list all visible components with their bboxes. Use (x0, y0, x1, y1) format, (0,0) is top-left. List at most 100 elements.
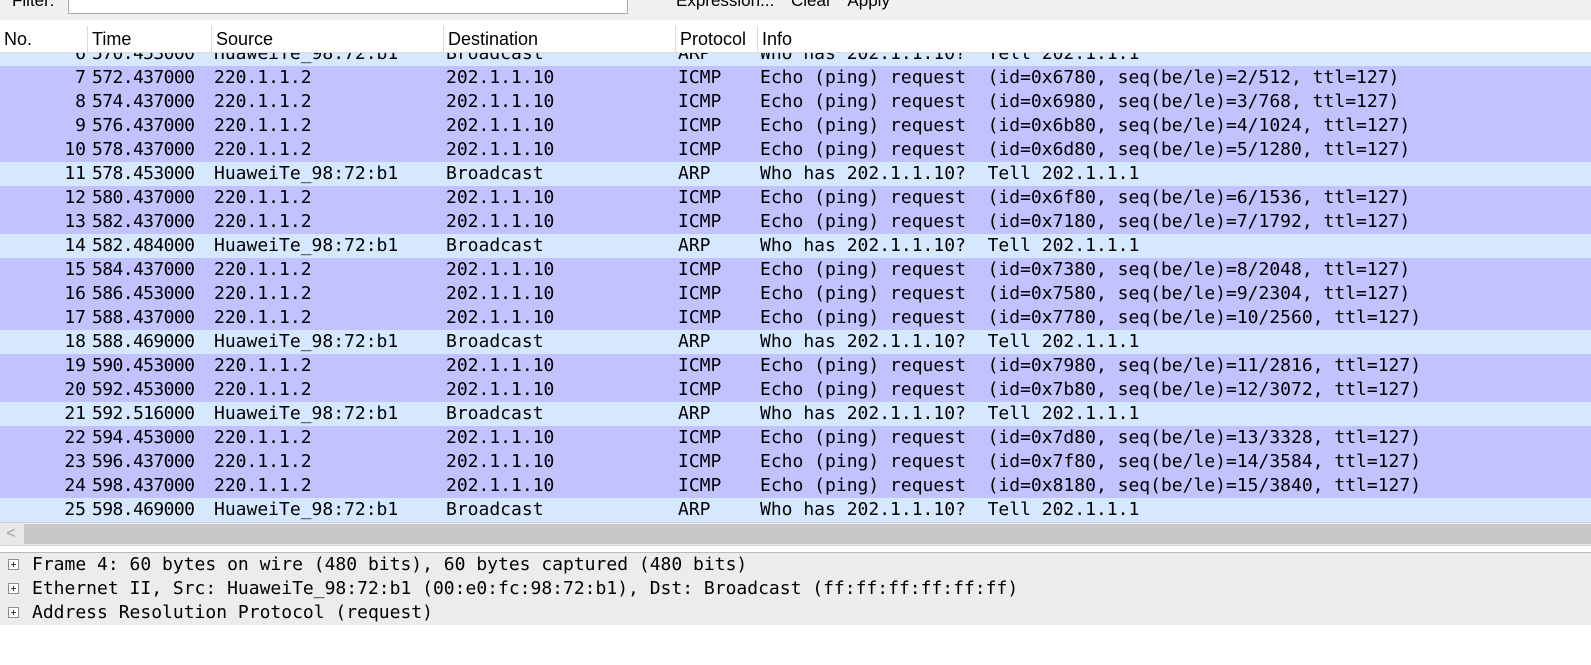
packet-info: Echo (ping) request (id=0x6980, seq(be/l… (760, 91, 1400, 112)
packet-protocol: ICMP (678, 115, 722, 136)
packet-row[interactable]: 23 596.437000 220.1.1.2 202.1.1.10 ICMP Echo … (0, 450, 1591, 474)
packet-info: Echo (ping) request (id=0x7580, seq(be/l… (760, 283, 1411, 304)
packet-row[interactable]: 10 578.437000 220.1.1.2 202.1.1.10 ICMP Echo … (0, 138, 1591, 162)
packet-row[interactable]: 22 594.453000 220.1.1.2 202.1.1.10 ICMP Echo … (0, 426, 1591, 450)
packet-time: 578.437000 (92, 139, 195, 160)
packet-time: 582.484000 (92, 235, 195, 256)
packet-source: HuaweiTe_98:72:b1 (214, 163, 399, 184)
column-header-no[interactable]: No. (0, 26, 88, 52)
packet-time: 598.437000 (92, 475, 195, 496)
packet-time: 596.437000 (92, 451, 195, 472)
packet-protocol: ICMP (678, 139, 722, 160)
packet-no: 18 (64, 331, 86, 352)
clear-button[interactable]: Clear (791, 0, 832, 10)
packet-row[interactable]: 11 578.453000 HuaweiTe_98:72:b1 Broadcast AR… (0, 162, 1591, 186)
detail-row[interactable]: Address Resolution Protocol (request) (0, 601, 1591, 625)
packet-destination: Broadcast (446, 163, 544, 184)
packet-protocol: ICMP (678, 427, 722, 448)
apply-button[interactable]: Apply (847, 0, 890, 10)
packet-row[interactable]: 20 592.453000 220.1.1.2 202.1.1.10 ICMP Echo … (0, 378, 1591, 402)
filter-label: Filter: (12, 0, 55, 10)
packet-info: Echo (ping) request (id=0x7b80, seq(be/l… (760, 379, 1422, 400)
packet-no: 20 (64, 379, 86, 400)
packet-info: Echo (ping) request (id=0x6780, seq(be/l… (760, 67, 1400, 88)
packet-no: 13 (64, 211, 86, 232)
column-header-info[interactable]: Info (758, 26, 1591, 52)
filter-actions: Expression... Clear Apply (676, 0, 902, 11)
horizontal-scrollbar[interactable]: < (0, 522, 1591, 546)
packet-info: Echo (ping) request (id=0x7980, seq(be/l… (760, 355, 1422, 376)
column-header-source[interactable]: Source (212, 26, 444, 52)
packet-row[interactable]: 16 586.453000 220.1.1.2 202.1.1.10 ICMP Echo … (0, 282, 1591, 306)
packet-no: 23 (64, 451, 86, 472)
detail-row[interactable]: Frame 4: 60 bytes on wire (480 bits), 60… (0, 553, 1591, 577)
scrollbar-thumb[interactable] (24, 524, 1591, 544)
plus-box-icon[interactable] (8, 559, 19, 570)
packet-source: 220.1.1.2 (214, 115, 312, 136)
plus-box-icon[interactable] (8, 607, 19, 618)
packet-row[interactable]: 25 598.469000 HuaweiTe_98:72:b1 Broadcast AR… (0, 498, 1591, 522)
packet-destination: 202.1.1.10 (446, 379, 555, 400)
packet-row[interactable]: 8 574.437000 220.1.1.2 202.1.1.10 ICMP Echo (… (0, 90, 1591, 114)
packet-protocol: ICMP (678, 355, 722, 376)
packet-destination: 202.1.1.10 (446, 187, 555, 208)
packet-destination: 202.1.1.10 (446, 451, 555, 472)
packet-destination: 202.1.1.10 (446, 355, 555, 376)
packet-time: 578.453000 (92, 163, 195, 184)
packet-info: Echo (ping) request (id=0x7180, seq(be/l… (760, 211, 1411, 232)
packet-row[interactable]: 12 580.437000 220.1.1.2 202.1.1.10 ICMP Echo … (0, 186, 1591, 210)
expression-button[interactable]: Expression... (676, 0, 774, 10)
packet-destination: 202.1.1.10 (446, 307, 555, 328)
packet-protocol: ICMP (678, 259, 722, 280)
packet-row[interactable]: 18 588.469000 HuaweiTe_98:72:b1 Broadcast AR… (0, 330, 1591, 354)
packet-source: 220.1.1.2 (214, 427, 312, 448)
packet-destination: 202.1.1.10 (446, 91, 555, 112)
detail-text: Address Resolution Protocol (request) (32, 602, 433, 623)
packet-info: Who has 202.1.1.10? Tell 202.1.1.1 (760, 235, 1140, 256)
packet-details: Frame 4: 60 bytes on wire (480 bits), 60… (0, 552, 1591, 665)
column-header-destination[interactable]: Destination (444, 26, 676, 52)
filter-input[interactable] (68, 0, 628, 14)
packet-row[interactable]: 19 590.453000 220.1.1.2 202.1.1.10 ICMP Echo … (0, 354, 1591, 378)
packet-row[interactable]: 13 582.437000 220.1.1.2 202.1.1.10 ICMP Echo … (0, 210, 1591, 234)
packet-row[interactable]: 9 576.437000 220.1.1.2 202.1.1.10 ICMP Echo (… (0, 114, 1591, 138)
packet-time: 584.437000 (92, 259, 195, 280)
packet-row[interactable]: 14 582.484000 HuaweiTe_98:72:b1 Broadcast AR… (0, 234, 1591, 258)
packet-row[interactable]: 17 588.437000 220.1.1.2 202.1.1.10 ICMP Echo … (0, 306, 1591, 330)
scroll-left-icon[interactable]: < (0, 523, 22, 545)
column-header-time[interactable]: Time (88, 26, 212, 52)
packet-info: Echo (ping) request (id=0x7780, seq(be/l… (760, 307, 1422, 328)
packet-protocol: ICMP (678, 307, 722, 328)
packet-source: HuaweiTe_98:72:b1 (214, 499, 399, 520)
packet-info: Echo (ping) request (id=0x6f80, seq(be/l… (760, 187, 1411, 208)
packet-row[interactable]: 24 598.437000 220.1.1.2 202.1.1.10 ICMP Echo … (0, 474, 1591, 498)
packet-time: 590.453000 (92, 355, 195, 376)
packet-info: Who has 202.1.1.10? Tell 202.1.1.1 (760, 403, 1140, 424)
packet-no: 7 (75, 67, 86, 88)
packet-protocol: ICMP (678, 283, 722, 304)
packet-source: 220.1.1.2 (214, 283, 312, 304)
packet-destination: Broadcast (446, 403, 544, 424)
packet-row[interactable]: 7 572.437000 220.1.1.2 202.1.1.10 ICMP Echo (… (0, 66, 1591, 90)
packet-source: 220.1.1.2 (214, 379, 312, 400)
packet-row[interactable]: 15 584.437000 220.1.1.2 202.1.1.10 ICMP Echo … (0, 258, 1591, 282)
packet-protocol: ICMP (678, 475, 722, 496)
column-header-protocol[interactable]: Protocol (676, 26, 758, 52)
packet-source: 220.1.1.2 (214, 139, 312, 160)
packet-source: HuaweiTe_98:72:b1 (214, 403, 399, 424)
packet-row[interactable]: 21 592.516000 HuaweiTe_98:72:b1 Broadcast AR… (0, 402, 1591, 426)
packet-protocol: ARP (678, 331, 711, 352)
packet-info: Echo (ping) request (id=0x6d80, seq(be/l… (760, 139, 1411, 160)
packet-no: 22 (64, 427, 86, 448)
packet-protocol: ICMP (678, 67, 722, 88)
packet-info: Echo (ping) request (id=0x7f80, seq(be/l… (760, 451, 1422, 472)
packet-info: Echo (ping) request (id=0x7d80, seq(be/l… (760, 427, 1422, 448)
packet-source: HuaweiTe_98:72:b1 (214, 331, 399, 352)
plus-box-icon[interactable] (8, 583, 19, 594)
packet-protocol: ICMP (678, 379, 722, 400)
packet-list-header: No. Time Source Destination Protocol Inf… (0, 26, 1591, 53)
detail-row[interactable]: Ethernet II, Src: HuaweiTe_98:72:b1 (00:… (0, 577, 1591, 601)
packet-time: 586.453000 (92, 283, 195, 304)
packet-source: 220.1.1.2 (214, 211, 312, 232)
packet-no: 15 (64, 259, 86, 280)
